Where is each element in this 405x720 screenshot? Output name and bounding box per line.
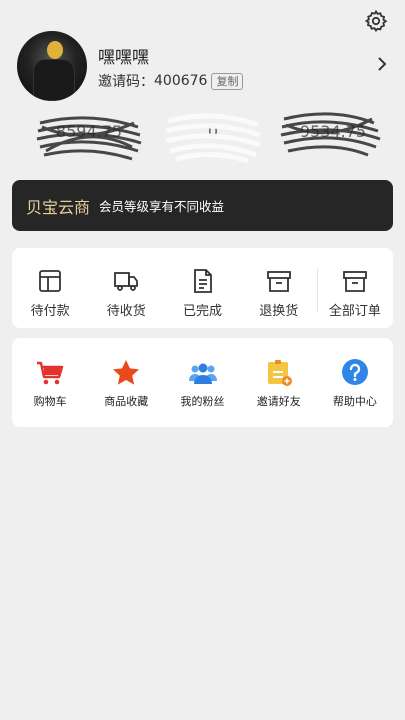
order-label: 已完成 — [183, 304, 223, 319]
banner-brand: 贝宝云商 — [26, 197, 91, 217]
membership-banner[interactable]: 贝宝云商 会员等级享有不同收益 — [12, 180, 393, 231]
tool-label: 商品收藏 — [104, 395, 149, 408]
fans-icon — [188, 363, 217, 384]
truck-icon — [114, 272, 139, 291]
tools-card: 购物车 商品收藏 我的粉丝 邀请好友 帮助中心 — [12, 338, 393, 427]
order-completed[interactable]: 已完成 — [164, 248, 240, 328]
tool-cart[interactable]: 购物车 — [12, 338, 88, 427]
document-icon — [193, 269, 212, 293]
banner-text: 会员等级享有不同收益 — [99, 199, 225, 214]
order-returns[interactable]: 退换货 — [241, 248, 317, 328]
tool-help[interactable]: 帮助中心 — [317, 338, 393, 427]
invite-code-label: 邀请码： — [98, 74, 154, 90]
order-label: 待付款 — [30, 304, 70, 319]
tool-label: 帮助中心 — [332, 395, 377, 408]
star-icon — [113, 360, 140, 385]
invite-icon — [267, 360, 292, 386]
tool-invite[interactable]: 邀请好友 — [241, 338, 317, 427]
order-label: 全部订单 — [328, 304, 381, 319]
profile-header[interactable]: 嘿嘿嘿 邀请码： 400676 复制 — [17, 31, 391, 101]
stat-item[interactable]: 0 — [158, 105, 268, 167]
avatar[interactable] — [17, 31, 87, 101]
order-all[interactable]: 全部订单 — [316, 248, 393, 328]
order-pending-payment[interactable]: 待付款 — [12, 248, 88, 328]
orders-card: 待付款 待收货 已完成 退换货 全部订单 — [12, 248, 393, 328]
invite-code-value: 400676 — [154, 73, 208, 89]
help-icon — [341, 359, 368, 385]
tool-label: 购物车 — [33, 395, 67, 408]
order-pending-delivery[interactable]: 待收货 — [88, 248, 164, 328]
order-label: 待收货 — [106, 304, 146, 319]
stat-item[interactable]: 8594.75 — [34, 105, 144, 167]
wallet-icon — [39, 270, 61, 292]
return-box-icon — [266, 271, 291, 292]
cart-icon — [37, 361, 64, 385]
box-icon — [343, 271, 367, 292]
chevron-right-icon[interactable] — [377, 57, 387, 71]
settings-icon[interactable] — [364, 9, 388, 33]
stats-row: 8594.75 0 9534.75 — [0, 105, 405, 167]
tool-label: 邀请好友 — [256, 395, 301, 408]
tool-fans[interactable]: 我的粉丝 — [164, 338, 240, 427]
scribble-overlay — [280, 112, 381, 157]
tool-favorites[interactable]: 商品收藏 — [88, 338, 164, 427]
scribble-overlay — [165, 113, 261, 164]
tool-label: 我的粉丝 — [180, 395, 225, 408]
invite-code-row: 邀请码： 400676 复制 — [98, 71, 244, 91]
stat-item[interactable]: 9534.75 — [278, 105, 388, 167]
copy-button[interactable]: 复制 — [211, 72, 244, 90]
order-label: 退换货 — [259, 304, 299, 319]
scribble-overlay — [36, 116, 142, 161]
user-name: 嘿嘿嘿 — [98, 48, 149, 68]
